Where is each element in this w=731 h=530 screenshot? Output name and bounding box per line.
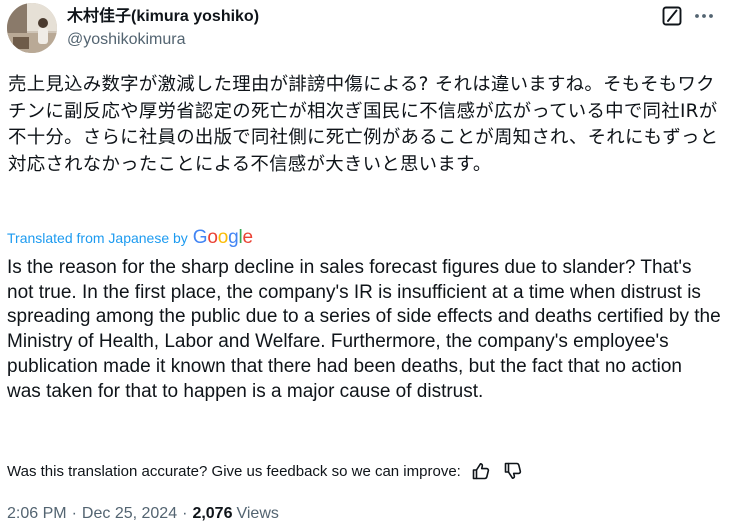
tweet-date[interactable]: Dec 25, 2024 <box>82 505 177 523</box>
tweet-translation-text: Is the reason for the sharp decline in s… <box>7 257 721 402</box>
author-names: 木村佳子(kimura yoshiko) @yoshikokimura <box>67 7 259 50</box>
google-logo-letter: G <box>192 227 208 248</box>
google-logo-letter: o <box>217 227 229 248</box>
thumbs-down-icon[interactable] <box>503 461 523 481</box>
translated-from-link[interactable]: Translated from Japanese by <box>7 230 188 246</box>
google-logo-letter: o <box>207 227 218 248</box>
views-count: 2,076 <box>192 505 233 522</box>
grok-icon[interactable] <box>661 5 683 27</box>
translation-attribution: Translated from Japanese by Google <box>7 226 253 250</box>
meta-separator: · <box>182 505 188 522</box>
avatar[interactable] <box>7 3 57 53</box>
views-label: Views <box>236 505 279 522</box>
more-horizontal-icon[interactable] <box>693 5 715 27</box>
tweet-metadata: 2:06 PM · Dec 25, 2024 · 2,076 Views <box>7 503 279 525</box>
tweet-time[interactable]: 2:06 PM <box>7 505 67 523</box>
meta-separator: · <box>71 505 77 522</box>
google-logo-letter: g <box>228 227 239 248</box>
translation-feedback: Was this translation accurate? Give us f… <box>7 460 523 482</box>
feedback-question: Was this translation accurate? Give us f… <box>7 462 461 480</box>
author-handle[interactable]: @yoshikokimura <box>67 30 259 50</box>
thumbs-up-icon[interactable] <box>471 461 491 481</box>
tweet-header: 木村佳子(kimura yoshiko) @yoshikokimura <box>7 3 724 55</box>
author-display-name[interactable]: 木村佳子(kimura yoshiko) <box>67 7 259 27</box>
tweet-original-text: 売上見込み数字が激減した理由が誹謗中傷による? それは違いますね。そもそもワクチ… <box>8 74 719 175</box>
avatar-image <box>7 3 57 53</box>
google-logo-letter: e <box>242 227 254 248</box>
google-logo: Google <box>193 227 253 249</box>
